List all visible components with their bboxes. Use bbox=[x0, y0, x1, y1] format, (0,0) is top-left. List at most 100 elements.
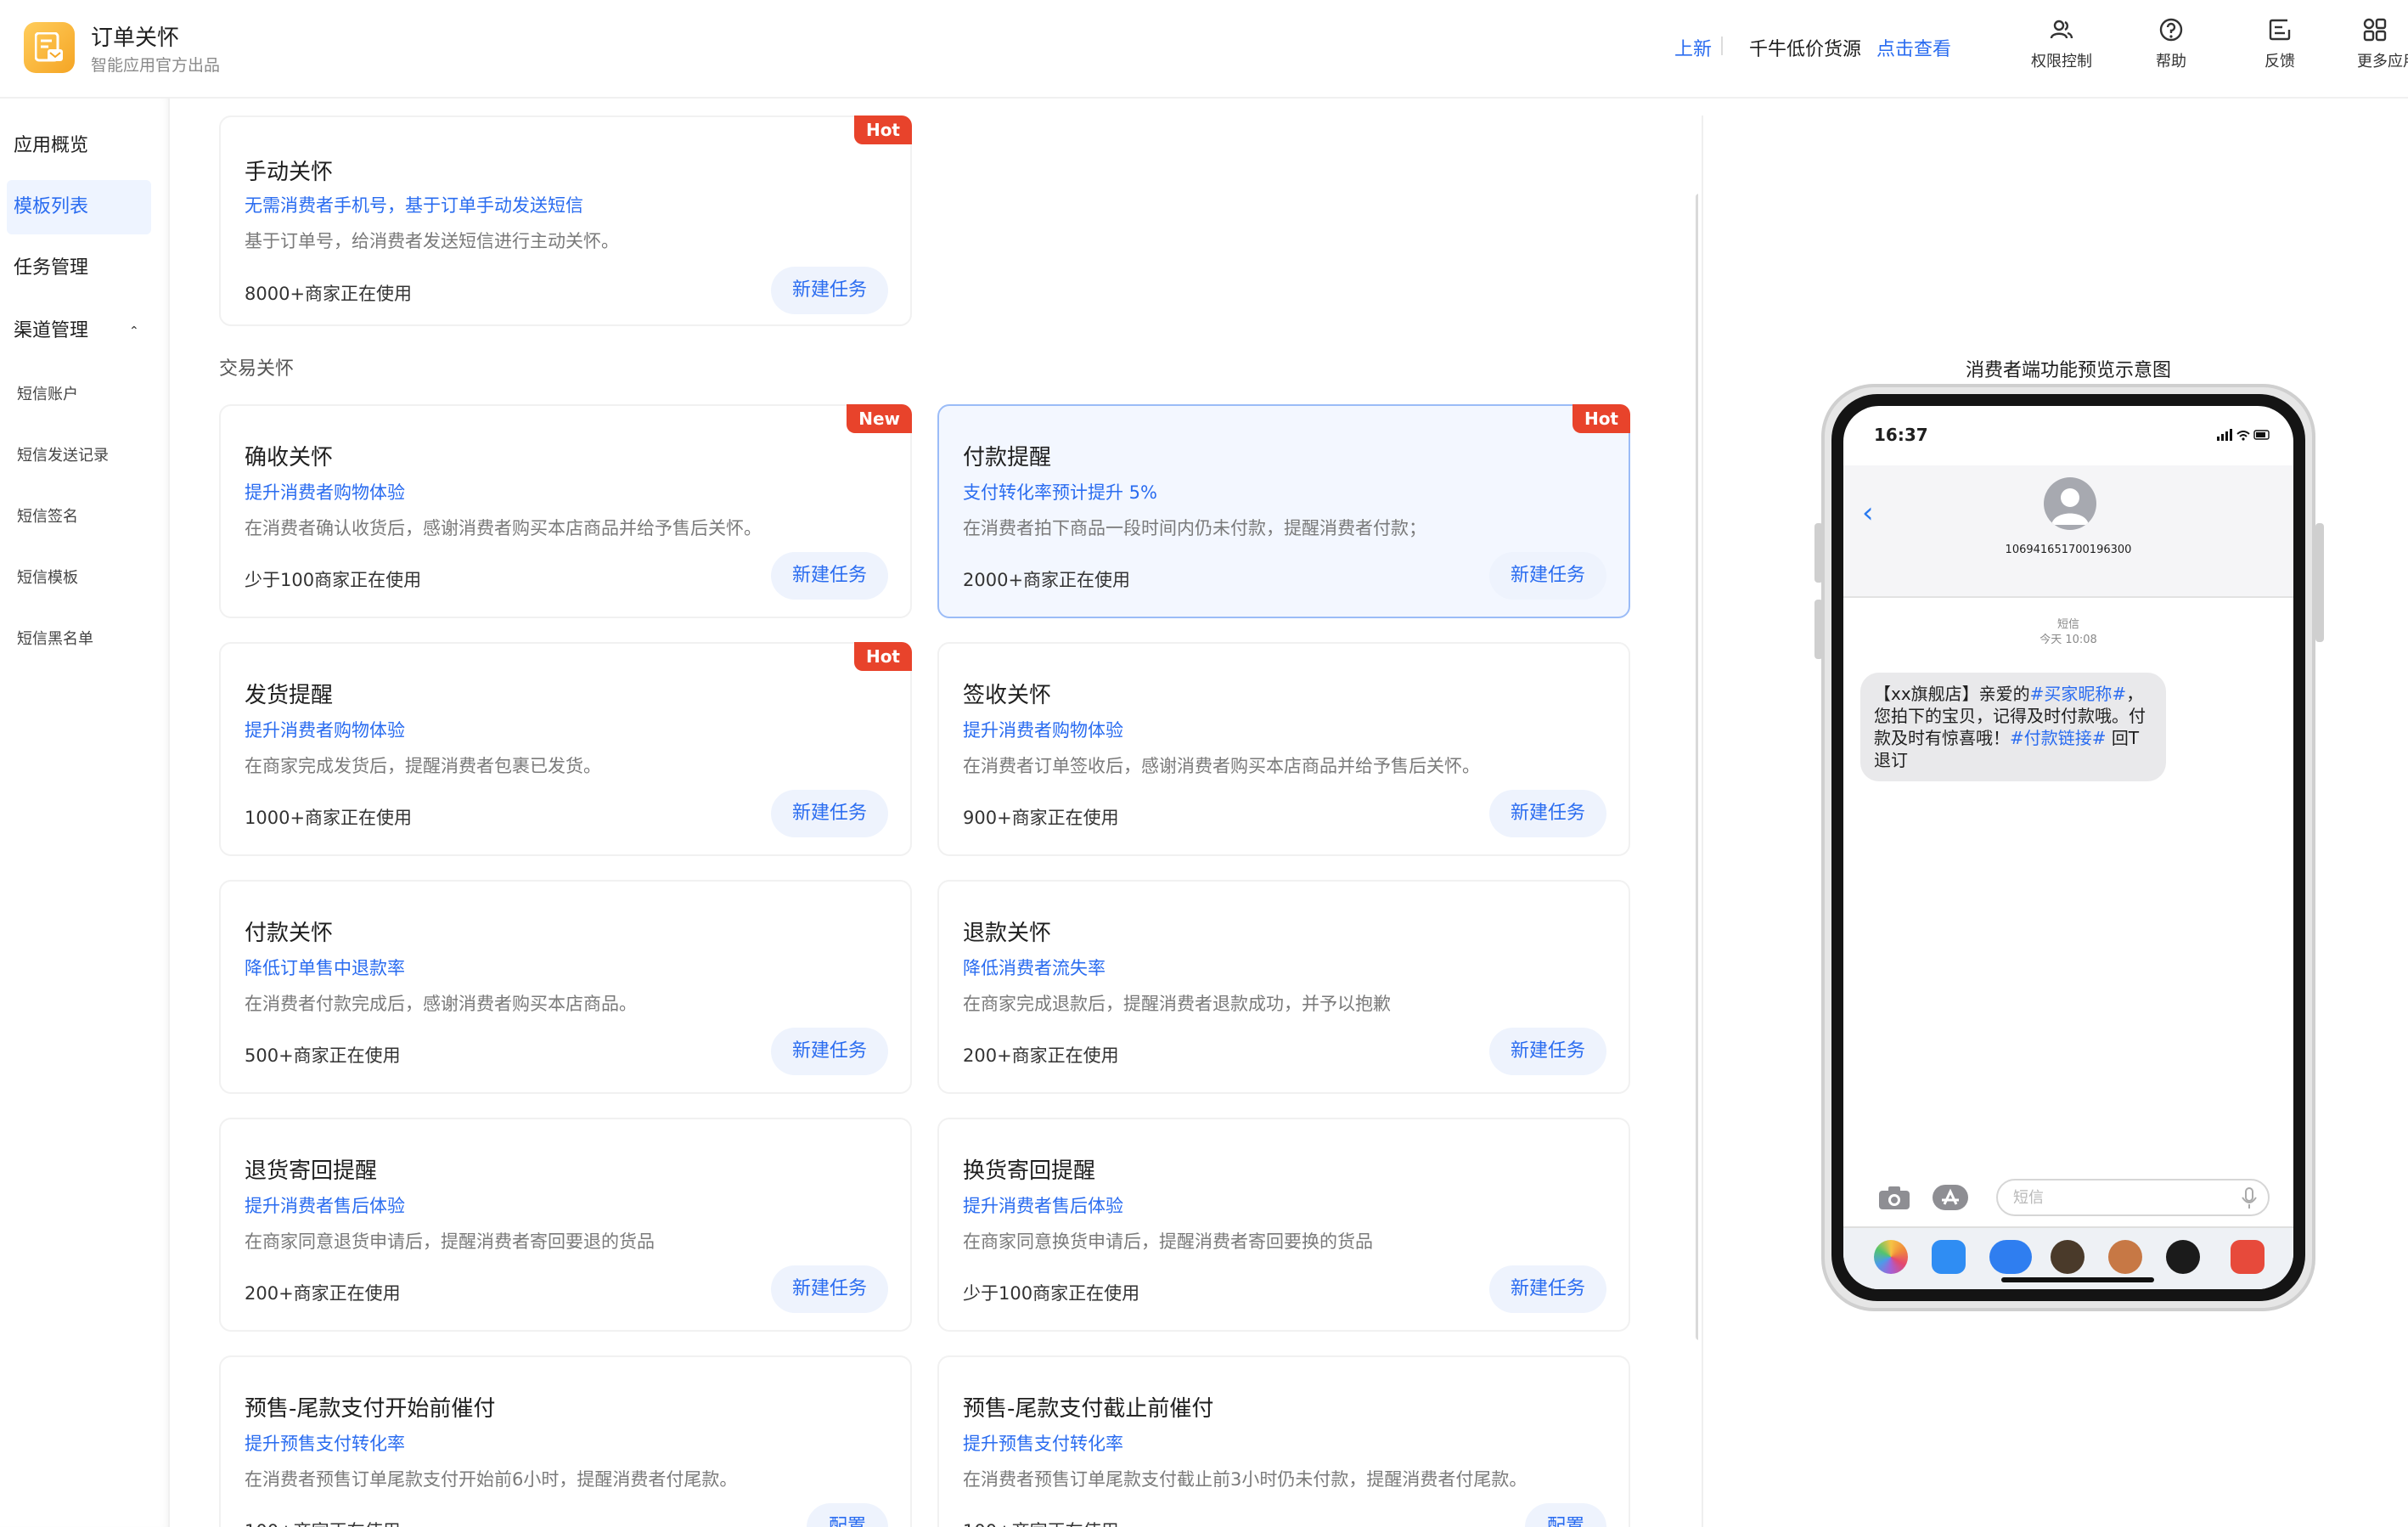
card-usage-count: 少于100商家正在使用 bbox=[245, 570, 422, 590]
home-indicator bbox=[2001, 1277, 2154, 1282]
template-card-presale-before-deadline[interactable]: 预售-尾款支付截止前催付 提升预售支付转化率 在消费者预售订单尾款支付截止前3小… bbox=[937, 1355, 1630, 1527]
sidebar-subitem-sms-template[interactable]: 短信模板 bbox=[17, 566, 78, 588]
template-card-payment-care[interactable]: 付款关怀 降低订单售中退款率 在消费者付款完成后，感谢消费者购买本店商品。 50… bbox=[219, 880, 912, 1094]
template-card-payment-reminder[interactable]: Hot 付款提醒 支付转化率预计提升 5% 在消费者拍下商品一段时间内仍未付款，… bbox=[937, 404, 1630, 618]
imessage-app-tray bbox=[1843, 1226, 2293, 1289]
new-task-button[interactable]: 新建任务 bbox=[771, 790, 888, 837]
card-description: 在消费者预售订单尾款支付开始前6小时，提醒消费者付尾款。 bbox=[245, 1469, 738, 1490]
template-card-receipt-care[interactable]: New 确收关怀 提升消费者购物体验 在消费者确认收货后，感谢消费者购买本店商品… bbox=[219, 404, 912, 618]
card-title: 换货寄回提醒 bbox=[963, 1158, 1096, 1184]
new-task-button[interactable]: 新建任务 bbox=[1489, 1028, 1606, 1075]
sms-input-bar bbox=[1843, 1174, 2293, 1225]
phone-mockup: 16:37 ‹ 106941651700196300 短信 今天 10:08 【… bbox=[1814, 384, 2324, 1311]
card-usage-count: 200+商家正在使用 bbox=[245, 1283, 401, 1304]
new-task-button[interactable]: 新建任务 bbox=[1489, 790, 1606, 837]
contact-avatar-icon bbox=[2044, 477, 2096, 530]
help-icon bbox=[2159, 18, 2183, 42]
sidebar-item-overview[interactable]: 应用概览 bbox=[7, 119, 151, 173]
phone-bezel: 16:37 ‹ 106941651700196300 短信 今天 10:08 【… bbox=[1831, 394, 2305, 1301]
card-usage-count: 1000+商家正在使用 bbox=[245, 808, 413, 828]
template-card-presale-before-start[interactable]: 预售-尾款支付开始前催付 提升预售支付转化率 在消费者预售订单尾款支付开始前6小… bbox=[219, 1355, 912, 1527]
card-usage-count: 少于100商家正在使用 bbox=[963, 1283, 1140, 1304]
configure-button[interactable]: 配置 bbox=[1525, 1503, 1606, 1527]
microphone-icon[interactable] bbox=[2241, 1187, 2258, 1209]
new-task-button[interactable]: 新建任务 bbox=[1489, 552, 1606, 600]
sms-text-input[interactable] bbox=[1996, 1179, 2270, 1216]
users-icon bbox=[2050, 20, 2073, 39]
photos-app-icon[interactable] bbox=[1874, 1240, 1908, 1274]
animoji-icon[interactable] bbox=[2108, 1240, 2142, 1274]
card-description: 在商家完成退款后，提醒消费者退款成功，并予以抱歉 bbox=[963, 994, 1391, 1014]
card-title: 手动关怀 bbox=[245, 160, 334, 185]
sidebar-subitem-sms-blacklist[interactable]: 短信黑名单 bbox=[17, 627, 93, 649]
card-title: 预售-尾款支付开始前催付 bbox=[245, 1396, 496, 1422]
feedback-button[interactable]: 反馈 bbox=[2229, 17, 2331, 71]
configure-button[interactable]: 配置 bbox=[807, 1503, 888, 1527]
status-icons bbox=[2217, 429, 2270, 441]
status-time: 16:37 bbox=[1874, 425, 1928, 445]
new-task-button[interactable]: 新建任务 bbox=[1489, 1265, 1606, 1313]
card-usage-count: 100+商家正在使用 bbox=[963, 1518, 1119, 1527]
card-subtitle: 提升消费者售后体验 bbox=[245, 1196, 405, 1216]
template-card-refund-care[interactable]: 退款关怀 降低消费者流失率 在商家完成退款后，提醒消费者退款成功，并予以抱歉 2… bbox=[937, 880, 1630, 1094]
new-task-button[interactable]: 新建任务 bbox=[771, 1265, 888, 1313]
card-subtitle: 支付转化率预计提升 5% bbox=[963, 482, 1157, 503]
phone-screen: 16:37 ‹ 106941651700196300 短信 今天 10:08 【… bbox=[1843, 406, 2293, 1289]
panel-divider bbox=[1702, 116, 1703, 1527]
app-store-icon[interactable] bbox=[1932, 1182, 1969, 1213]
placeholder-buyer-nickname: #买家昵称# bbox=[2029, 684, 2127, 704]
app-store-app-icon[interactable] bbox=[1932, 1240, 1966, 1274]
view-resource-link[interactable]: 点击查看 bbox=[1876, 34, 1951, 61]
sidebar-item-label: 渠道管理 bbox=[14, 320, 89, 341]
new-arrivals-link[interactable]: 上新 bbox=[1674, 34, 1712, 61]
app-subtitle: 智能应用官方出品 bbox=[91, 56, 221, 75]
digital-touch-icon[interactable] bbox=[2166, 1240, 2200, 1274]
phone-side-button bbox=[1814, 523, 1823, 583]
message-text: 【xx旗舰店】亲爱的 bbox=[1874, 684, 2030, 704]
template-card-shipping-reminder[interactable]: Hot 发货提醒 提升消费者购物体验 在商家完成发货后，提醒消费者包裹已发货。 … bbox=[219, 642, 912, 856]
low-price-resource-text: 千牛低价货源 bbox=[1749, 39, 1862, 60]
card-title: 预售-尾款支付截止前催付 bbox=[963, 1396, 1214, 1422]
template-card-return-reminder[interactable]: 退货寄回提醒 提升消费者售后体验 在商家同意退货申请后，提醒消费者寄回要退的货品… bbox=[219, 1118, 912, 1332]
sidebar-subitem-sms-send-records[interactable]: 短信发送记录 bbox=[17, 443, 109, 465]
help-button[interactable]: 帮助 bbox=[2120, 17, 2222, 71]
card-title: 付款提醒 bbox=[963, 445, 1052, 470]
sidebar-item-channel-management[interactable]: 渠道管理 ⌃ bbox=[7, 304, 151, 358]
more-apps-button[interactable]: 更多应用 bbox=[2338, 17, 2408, 71]
card-description: 基于订单号，给消费者发送短信进行主动关怀。 bbox=[245, 231, 619, 251]
tool-label: 更多应用 bbox=[2357, 53, 2408, 70]
sidebar-item-task-management[interactable]: 任务管理 bbox=[7, 241, 151, 296]
list-scrollbar[interactable] bbox=[1696, 194, 1698, 1340]
card-subtitle: 提升消费者购物体验 bbox=[245, 482, 405, 503]
card-subtitle: 提升预售支付转化率 bbox=[245, 1434, 405, 1454]
template-card-exchange-reminder[interactable]: 换货寄回提醒 提升消费者售后体验 在商家同意换货申请后，提醒消费者寄回要换的货品… bbox=[937, 1118, 1630, 1332]
card-title: 确收关怀 bbox=[245, 445, 334, 470]
card-title: 付款关怀 bbox=[245, 921, 334, 946]
audio-message-icon[interactable] bbox=[1989, 1240, 2032, 1274]
camera-icon[interactable] bbox=[1877, 1184, 1911, 1211]
placeholder-payment-link: #付款链接# bbox=[2010, 728, 2107, 748]
template-card-manual-care[interactable]: Hot 手动关怀 无需消费者手机号，基于订单手动发送短信 基于订单号，给消费者发… bbox=[219, 116, 912, 326]
contact-phone-number: 106941651700196300 bbox=[2005, 544, 2132, 556]
sms-label: 短信 bbox=[2056, 618, 2079, 631]
new-task-button[interactable]: 新建任务 bbox=[771, 552, 888, 600]
card-subtitle: 降低消费者流失率 bbox=[963, 958, 1106, 978]
shopping-app-icon[interactable] bbox=[2231, 1240, 2265, 1274]
card-title: 退款关怀 bbox=[963, 921, 1052, 946]
memoji-icon[interactable] bbox=[2051, 1240, 2084, 1274]
new-task-button[interactable]: 新建任务 bbox=[771, 267, 888, 314]
sidebar-subitem-sms-account[interactable]: 短信账户 bbox=[17, 382, 78, 404]
template-card-delivery-care[interactable]: 签收关怀 提升消费者购物体验 在消费者订单签收后，感谢消费者购买本店商品并给予售… bbox=[937, 642, 1630, 856]
new-task-button[interactable]: 新建任务 bbox=[771, 1028, 888, 1075]
apps-grid-icon bbox=[2363, 18, 2387, 42]
sidebar-item-template-list[interactable]: 模板列表 bbox=[7, 180, 151, 234]
section-title-trade-care: 交易关怀 bbox=[219, 358, 295, 380]
new-badge: New bbox=[847, 404, 912, 433]
tool-label: 帮助 bbox=[2156, 53, 2186, 70]
back-chevron-icon[interactable]: ‹ bbox=[1862, 496, 1874, 530]
card-description: 在消费者付款完成后，感谢消费者购买本店商品。 bbox=[245, 994, 637, 1014]
card-title: 签收关怀 bbox=[963, 683, 1052, 708]
sidebar-subitem-sms-signature[interactable]: 短信签名 bbox=[17, 504, 78, 527]
permission-control-button[interactable]: 权限控制 bbox=[2011, 17, 2113, 71]
card-description: 在商家同意退货申请后，提醒消费者寄回要退的货品 bbox=[245, 1231, 655, 1252]
